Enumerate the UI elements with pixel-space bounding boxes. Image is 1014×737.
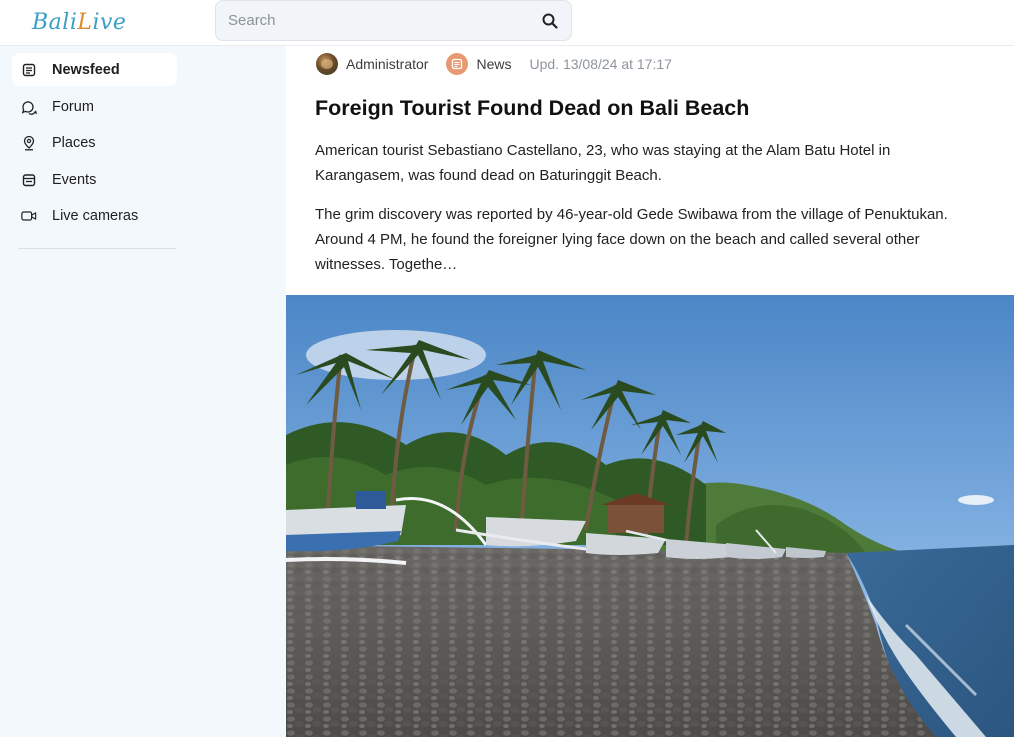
newsfeed-icon	[21, 62, 37, 78]
sidebar: Newsfeed Forum Places Events Live camera…	[0, 46, 286, 737]
sidebar-item-label: Events	[52, 171, 97, 188]
sidebar-item-label: Live cameras	[52, 207, 139, 224]
sidebar-item-label: Newsfeed	[52, 61, 120, 78]
sidebar-item-places[interactable]: Places	[12, 126, 177, 159]
sidebar-divider	[18, 248, 176, 249]
article-photo-beach[interactable]	[286, 295, 1014, 737]
sidebar-item-label: Places	[52, 134, 96, 151]
article-title[interactable]: Foreign Tourist Found Dead on Bali Beach	[315, 96, 749, 121]
article-card: Administrator News Upd. 13/08/24 at 17:1…	[286, 46, 1014, 737]
sidebar-item-live-cameras[interactable]: Live cameras	[12, 199, 177, 232]
search-icon[interactable]	[541, 12, 559, 30]
sidebar-item-newsfeed[interactable]: Newsfeed	[12, 53, 177, 86]
sidebar-item-label: Forum	[52, 98, 94, 115]
article-meta: Administrator News Upd. 13/08/24 at 17:1…	[316, 52, 672, 76]
video-camera-icon	[21, 208, 37, 224]
logo-text-ive: ive	[92, 9, 127, 35]
author-avatar[interactable]	[316, 53, 338, 75]
article-paragraph-1: American tourist Sebastiano Castellano, …	[315, 142, 891, 184]
news-category-icon[interactable]	[446, 53, 469, 75]
article-paragraph-2: The grim discovery was reported by 46-ye…	[315, 206, 948, 273]
search-input[interactable]	[228, 1, 528, 40]
balilive-logo[interactable]: Bali Live	[32, 4, 126, 40]
logo-text-l: L	[77, 9, 93, 35]
sidebar-item-forum[interactable]: Forum	[12, 90, 177, 123]
location-pin-icon	[21, 135, 37, 151]
category-label[interactable]: News	[476, 56, 511, 72]
logo-text-bali: Bali	[32, 9, 78, 35]
calendar-icon	[21, 172, 37, 188]
top-header: Bali Live	[0, 0, 1014, 46]
forum-icon	[21, 99, 37, 115]
search-box	[215, 0, 572, 41]
sidebar-item-events[interactable]: Events	[12, 163, 177, 196]
updated-timestamp: Upd. 13/08/24 at 17:17	[529, 56, 672, 72]
author-name[interactable]: Administrator	[346, 56, 428, 72]
